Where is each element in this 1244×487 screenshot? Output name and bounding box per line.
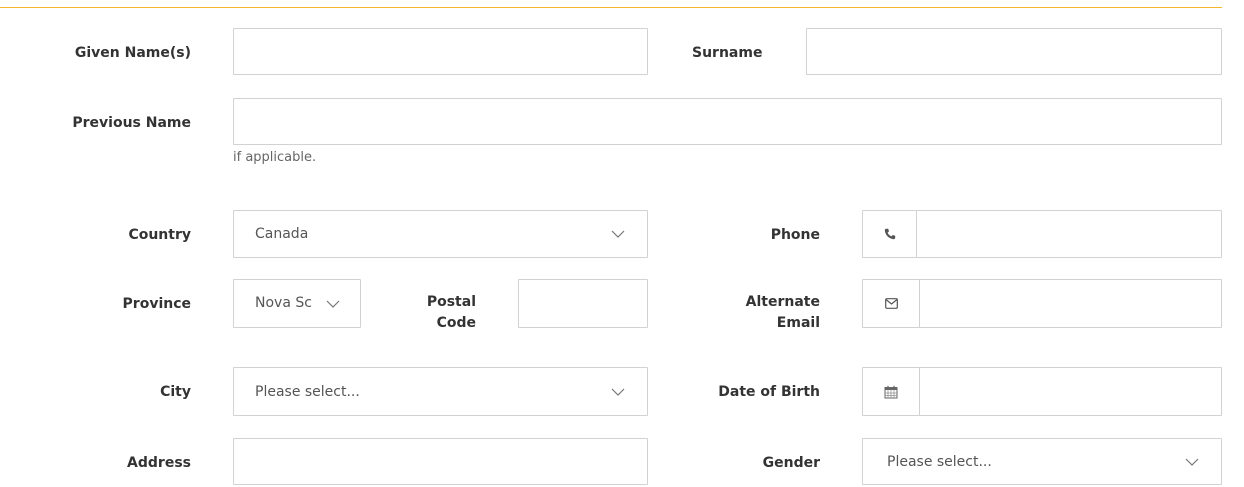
country-select[interactable]: Canada (233, 210, 648, 258)
province-select[interactable]: Nova Sc (233, 279, 361, 328)
given-names-input[interactable] (234, 29, 647, 74)
alternate-email-label: Alternate Email (745, 294, 820, 331)
province-selected-value: Nova Sc (255, 295, 312, 311)
chevron-down-icon (326, 300, 340, 308)
alternate-email-field[interactable] (862, 279, 1222, 328)
province-label: Province (122, 296, 191, 312)
email-addon (863, 280, 920, 327)
country-label: Country (128, 227, 191, 243)
surname-input[interactable] (807, 29, 1221, 74)
previous-name-field[interactable] (233, 98, 1222, 145)
city-selected-value: Please select... (255, 383, 360, 400)
date-of-birth-input[interactable] (920, 368, 1221, 415)
date-of-birth-field[interactable] (862, 367, 1222, 416)
address-label: Address (127, 455, 191, 471)
chevron-down-icon (611, 388, 625, 396)
chevron-down-icon (1185, 458, 1199, 466)
date-of-birth-label: Date of Birth (718, 384, 820, 400)
surname-field[interactable] (806, 28, 1222, 75)
chevron-down-icon (611, 230, 625, 238)
section-top-rule (0, 7, 1222, 8)
previous-name-input[interactable] (234, 99, 1221, 144)
postal-code-input[interactable] (519, 280, 647, 327)
phone-addon (863, 211, 917, 257)
gender-select[interactable]: Please select... (862, 438, 1222, 485)
country-selected-value: Canada (255, 226, 309, 242)
postal-code-field[interactable] (518, 279, 648, 328)
phone-field[interactable] (862, 210, 1222, 258)
previous-name-label: Previous Name (72, 115, 191, 131)
phone-icon (884, 228, 895, 240)
city-select[interactable]: Please select... (233, 367, 648, 416)
gender-selected-value: Please select... (887, 453, 992, 470)
calendar-addon[interactable] (863, 368, 920, 415)
previous-name-help-text: if applicable. (233, 150, 317, 165)
postal-code-label: Postal Code (426, 294, 476, 331)
envelope-icon (884, 298, 898, 309)
surname-label: Surname (692, 45, 763, 61)
alternate-email-input[interactable] (920, 280, 1221, 327)
gender-label: Gender (762, 455, 820, 471)
address-field[interactable] (233, 438, 648, 485)
given-names-label: Given Name(s) (74, 45, 191, 61)
city-label: City (160, 384, 191, 400)
given-names-field[interactable] (233, 28, 648, 75)
phone-input[interactable] (917, 211, 1221, 257)
address-input[interactable] (234, 439, 647, 484)
calendar-icon (884, 385, 898, 398)
phone-label: Phone (770, 227, 820, 243)
